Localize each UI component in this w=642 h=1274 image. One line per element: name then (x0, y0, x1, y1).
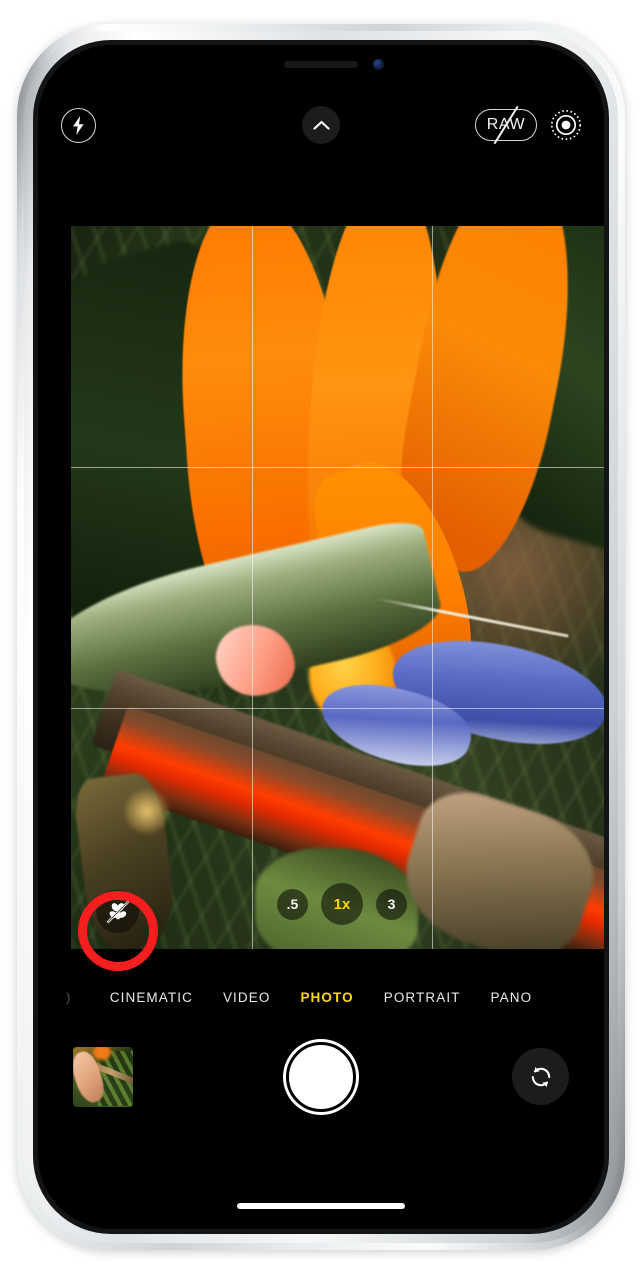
live-photo-button[interactable] (549, 108, 583, 142)
live-preview-image (71, 226, 604, 949)
zoom-selector: .5 1x 3 (277, 883, 407, 925)
mode-video[interactable]: VIDEO (223, 990, 271, 1005)
flash-icon (73, 115, 84, 135)
device-frame: RAW (0, 0, 642, 1274)
mode-photo[interactable]: PHOTO (300, 990, 353, 1005)
front-camera-icon (373, 59, 384, 70)
bottom-control-bar (38, 1030, 604, 1150)
mode-portrait[interactable]: PORTRAIT (384, 990, 461, 1005)
mode-pano[interactable]: PANO (491, 990, 533, 1005)
camera-flip-button[interactable] (512, 1048, 569, 1105)
earpiece-speaker (284, 61, 358, 68)
preview-highlight (125, 789, 169, 834)
camera-viewfinder[interactable]: .5 1x 3 (71, 226, 604, 949)
mode-cinematic[interactable]: CINEMATIC (110, 990, 193, 1005)
photo-library-thumbnail[interactable] (73, 1047, 133, 1107)
phone-outer-shell: RAW (17, 24, 625, 1250)
chevron-up-icon (312, 120, 330, 130)
more-controls-button[interactable] (302, 106, 340, 144)
camera-app: RAW (38, 45, 604, 1229)
top-control-bar: RAW (38, 97, 604, 153)
annotation-highlight-circle (78, 891, 158, 971)
phone-mid-frame: RAW (24, 31, 618, 1243)
zoom-option-one[interactable]: 1x (321, 883, 363, 925)
mode-edge-marker: ) (66, 989, 72, 1005)
home-indicator[interactable] (237, 1203, 405, 1209)
shutter-button[interactable] (286, 1042, 356, 1112)
phone-bezel: RAW (33, 40, 609, 1234)
capture-mode-selector: ) CINEMATIC VIDEO PHOTO PORTRAIT PANO (38, 970, 604, 1024)
zoom-option-half[interactable]: .5 (277, 888, 308, 920)
raw-button[interactable]: RAW (475, 105, 537, 145)
live-photo-icon (550, 109, 582, 141)
camera-flip-icon (531, 1066, 550, 1087)
zoom-option-three[interactable]: 3 (376, 888, 407, 920)
flash-button[interactable] (61, 107, 96, 143)
phone-screen: RAW (38, 45, 604, 1229)
